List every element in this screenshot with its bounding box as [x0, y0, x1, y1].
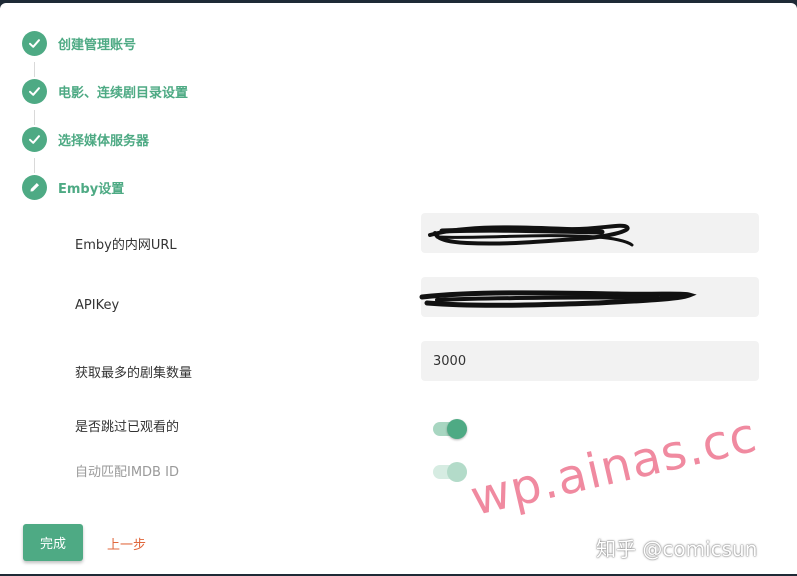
step-emby-settings[interactable]: Emby设置	[22, 174, 124, 200]
step-connector	[34, 62, 35, 77]
emby-url-input[interactable]	[421, 213, 759, 253]
done-button[interactable]: 完成	[23, 524, 83, 561]
step-library-dirs[interactable]: 电影、连续剧目录设置	[22, 78, 188, 104]
redaction-scribble	[428, 223, 634, 247]
skip-watched-label: 是否跳过已观看的	[75, 420, 180, 435]
emby-url-label: Emby的内网URL	[75, 238, 177, 253]
max-episodes-label: 获取最多的剧集数量	[75, 366, 193, 381]
apikey-input[interactable]	[419, 277, 759, 317]
check-icon	[22, 30, 47, 56]
skip-watched-toggle[interactable]	[433, 419, 467, 439]
previous-step-link[interactable]: 上一步	[107, 534, 146, 553]
toggle-thumb	[447, 462, 467, 482]
pencil-icon	[22, 174, 47, 200]
toggle-thumb	[447, 419, 467, 439]
site-watermark: wp.ainas.cc	[465, 406, 763, 527]
step-label: Emby设置	[58, 181, 125, 197]
check-icon	[22, 126, 47, 152]
max-episodes-value: 3000	[433, 353, 467, 369]
max-episodes-input[interactable]: 3000	[421, 341, 759, 381]
step-create-admin[interactable]: 创建管理账号	[22, 30, 136, 56]
step-label: 选择媒体服务器	[58, 133, 150, 149]
apikey-label: APIKey	[75, 298, 120, 313]
step-connector	[34, 110, 35, 125]
step-label: 电影、连续剧目录设置	[58, 85, 189, 101]
redaction-scribble	[419, 290, 697, 308]
auto-imdb-toggle[interactable]	[433, 462, 467, 482]
setup-wizard-card: 创建管理账号 电影、连续剧目录设置 选择媒体服务器 Emby设置 Emby的内网…	[0, 3, 797, 574]
step-label: 创建管理账号	[58, 37, 137, 53]
check-icon	[22, 78, 47, 104]
step-connector	[34, 158, 35, 173]
auto-imdb-label: 自动匹配IMDB ID	[75, 465, 179, 480]
zhihu-watermark: 知乎 @comicsun	[596, 537, 758, 561]
step-media-server[interactable]: 选择媒体服务器	[22, 126, 149, 152]
